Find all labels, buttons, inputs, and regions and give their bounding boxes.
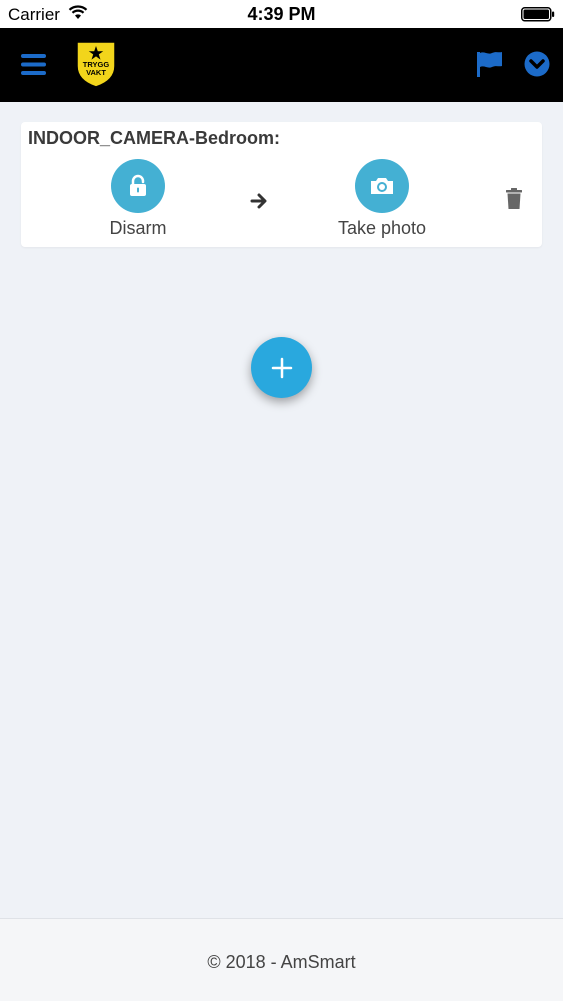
chevron-down-icon[interactable]: [523, 50, 551, 83]
copyright-text: © 2018 - AmSmart: [207, 952, 356, 972]
take-photo-button[interactable]: [355, 159, 409, 213]
arrow-right-icon: [250, 192, 268, 215]
camera-icon: [371, 178, 393, 194]
footer: © 2018 - AmSmart: [0, 918, 563, 1001]
status-time: 4:39 PM: [247, 4, 316, 24]
disarm-action[interactable]: Disarm: [58, 159, 218, 239]
add-rule-button[interactable]: [251, 337, 312, 398]
take-photo-action[interactable]: Take photo: [302, 159, 462, 239]
unlock-icon: [130, 174, 146, 196]
rule-card: INDOOR_CAMERA-Bedroom: Disarm Take photo: [21, 122, 542, 247]
plus-icon: [271, 357, 292, 378]
trygg-vakt-logo: TRYGG VAKT: [75, 40, 117, 93]
top-navbar: TRYGG VAKT: [0, 28, 563, 102]
take-photo-label: Take photo: [337, 218, 427, 238]
battery-icon: [521, 7, 555, 27]
status-bar: Carrier 4:39 PM: [0, 0, 563, 28]
hamburger-menu-icon[interactable]: [20, 52, 48, 78]
flag-icon[interactable]: [474, 50, 504, 83]
trash-icon[interactable]: [505, 188, 523, 215]
device-title: INDOOR_CAMERA-Bedroom:: [28, 128, 280, 148]
disarm-button[interactable]: [111, 159, 165, 213]
logo-text-bottom: VAKT: [86, 68, 106, 77]
disarm-label: Disarm: [109, 218, 167, 238]
